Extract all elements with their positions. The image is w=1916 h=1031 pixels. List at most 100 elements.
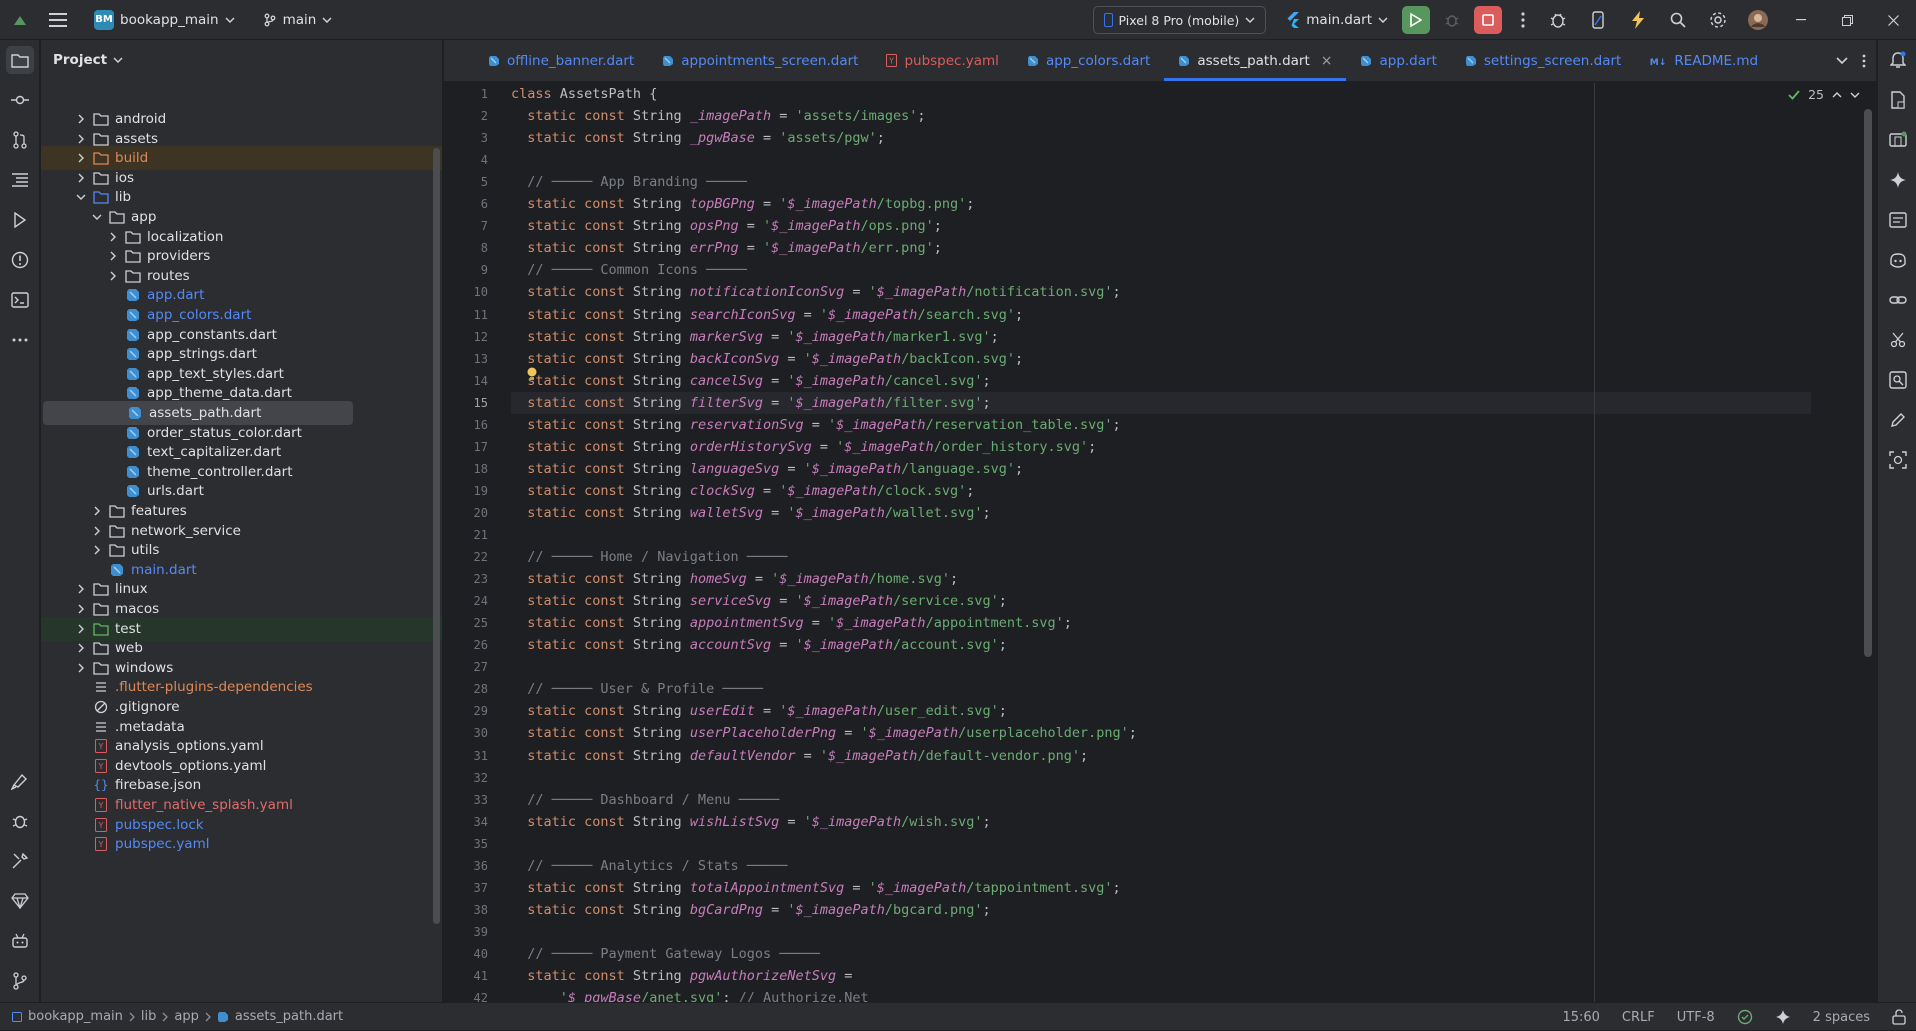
chevron-right-icon[interactable] [89, 542, 105, 558]
code-line[interactable]: static const String userEdit = '$_imageP… [511, 700, 1811, 722]
chevron-right-icon[interactable] [105, 248, 121, 264]
pull-requests-tool-button[interactable] [6, 126, 34, 154]
commit-tool-button[interactable] [6, 86, 34, 114]
editor-tab[interactable]: appointments_screen.dart [648, 40, 872, 81]
edit-tool-button[interactable] [1884, 406, 1912, 434]
code-line[interactable]: static const String accountSvg = '$_imag… [511, 634, 1811, 656]
vcs-status-icon[interactable] [1737, 1009, 1753, 1025]
chevron-right-icon[interactable] [73, 601, 89, 617]
more-vertical-icon[interactable] [1862, 54, 1866, 68]
code-line[interactable] [511, 149, 1811, 171]
chevron-up-icon[interactable] [1832, 91, 1842, 98]
breadcrumb-item[interactable]: assets_path.dart [235, 1009, 343, 1024]
run-button[interactable] [1402, 6, 1430, 34]
code-line[interactable]: static const String homeSvg = '$_imagePa… [511, 568, 1811, 590]
code-line[interactable] [511, 524, 1811, 546]
layout-inspector-tool-button[interactable] [1884, 446, 1912, 474]
code-line[interactable]: static const String serviceSvg = '$_imag… [511, 590, 1811, 612]
code-line[interactable]: static const String orderHistorySvg = '$… [511, 436, 1811, 458]
problems-tool-button[interactable] [6, 246, 34, 274]
more-actions-button[interactable] [1508, 0, 1538, 40]
tree-item[interactable]: Ypubspec.yaml [41, 832, 442, 856]
code-line[interactable]: // ───── Dashboard / Menu ───── [511, 789, 1811, 811]
editor-tab[interactable]: M↓ README.md [1635, 40, 1772, 81]
git-tool-button[interactable] [6, 967, 34, 995]
structure-tool-button[interactable] [6, 166, 34, 194]
notifications-tool-button[interactable] [1884, 46, 1912, 74]
code-line[interactable]: static const String userPlaceholderPng =… [511, 722, 1811, 744]
device-selector[interactable]: Pixel 8 Pro (mobile) [1092, 6, 1267, 34]
code-line[interactable]: // ───── Analytics / Stats ───── [511, 855, 1811, 877]
code-line[interactable]: // ───── Common Icons ───── [511, 259, 1811, 281]
settings-button[interactable] [1698, 0, 1738, 40]
ide-logo-icon[interactable] [0, 0, 40, 40]
code-line[interactable]: static const String topBGPng = '$_imageP… [511, 193, 1811, 215]
chevron-down-icon[interactable] [1836, 57, 1848, 65]
breadcrumb-item[interactable]: app [174, 1009, 198, 1024]
code-line[interactable] [511, 656, 1811, 678]
project-selector[interactable]: BM bookapp_main [86, 6, 243, 34]
copilot-tool-button[interactable] [1884, 246, 1912, 274]
code-line[interactable]: static const String bgCardPng = '$_image… [511, 899, 1811, 921]
terminal-tool-button[interactable] [6, 286, 34, 314]
code-line[interactable]: static const String cancelSvg = '$_image… [511, 370, 1811, 392]
chevron-right-icon[interactable] [73, 150, 89, 166]
chevron-right-icon[interactable] [73, 131, 89, 147]
code-line[interactable]: // ───── App Branding ───── [511, 171, 1811, 193]
chevron-right-icon[interactable] [73, 581, 89, 597]
editor-scrollbar[interactable] [1864, 109, 1872, 657]
android-tool-button[interactable] [6, 927, 34, 955]
branch-selector[interactable]: main [255, 6, 341, 34]
code-line[interactable]: static const String opsPng = '$_imagePat… [511, 215, 1811, 237]
inspection-widget[interactable]: 25 [1788, 87, 1860, 102]
editor-tab[interactable]: settings_screen.dart [1451, 40, 1635, 81]
editor-tab[interactable]: app_colors.dart [1013, 40, 1164, 81]
minimize-button[interactable] [1778, 0, 1824, 40]
running-devices-tool-button[interactable] [1884, 126, 1912, 154]
breadcrumb-item[interactable]: lib [141, 1009, 156, 1024]
code-line[interactable]: static const String errPng = '$_imagePat… [511, 237, 1811, 259]
app-inspection-tool-button[interactable] [1884, 366, 1912, 394]
user-avatar[interactable] [1738, 0, 1778, 40]
close-window-button[interactable] [1870, 0, 1916, 40]
cut-tool-button[interactable] [1884, 326, 1912, 354]
chevron-right-icon[interactable] [89, 523, 105, 539]
code-line[interactable]: static const String reservationSvg = '$_… [511, 414, 1811, 436]
code-line[interactable]: static const String languageSvg = '$_ima… [511, 458, 1811, 480]
lightbulb-icon[interactable] [526, 367, 538, 381]
services-tool-button[interactable] [6, 847, 34, 875]
run-tool-button[interactable] [6, 206, 34, 234]
stop-button[interactable] [1474, 6, 1502, 34]
more-tools-button[interactable] [6, 326, 34, 354]
code-line[interactable]: static const String _pgwBase = 'assets/p… [511, 127, 1811, 149]
code-line[interactable]: '$_pgwBase/anet.svg'; // Authorize.Net [511, 987, 1811, 1002]
run-config-selector[interactable]: main.dart [1278, 6, 1396, 34]
flutter-inspector-button[interactable] [1538, 0, 1578, 40]
debug-tool-button[interactable] [6, 807, 34, 835]
breadcrumb-item[interactable]: bookapp_main [28, 1009, 123, 1024]
link-tool-button[interactable] [1884, 286, 1912, 314]
chevron-right-icon[interactable] [89, 503, 105, 519]
chevron-right-icon[interactable] [73, 660, 89, 676]
code-line[interactable]: class AssetsPath { [511, 83, 1811, 105]
chevron-right-icon[interactable] [73, 640, 89, 656]
project-scrollbar[interactable] [433, 148, 440, 924]
restore-button[interactable] [1824, 0, 1870, 40]
code-area[interactable]: class AssetsPath { static const String _… [511, 83, 1811, 1002]
close-icon[interactable]: × [1321, 53, 1333, 69]
editor-tab[interactable]: Ypubspec.yaml [872, 40, 1012, 81]
device-manager-button[interactable] [1578, 0, 1618, 40]
code-line[interactable] [511, 767, 1811, 789]
code-line[interactable]: static const String totalAppointmentSvg … [511, 877, 1811, 899]
caret-position[interactable]: 15:60 [1562, 1010, 1599, 1025]
code-line[interactable] [511, 833, 1811, 855]
device-mirroring-tool-button[interactable] [1884, 86, 1912, 114]
flutter-tool-button[interactable] [6, 767, 34, 795]
project-tool-button[interactable] [6, 46, 34, 74]
code-line[interactable]: static const String clockSvg = '$_imageP… [511, 480, 1811, 502]
code-line[interactable] [511, 921, 1811, 943]
gem-tool-button[interactable] [6, 887, 34, 915]
code-line[interactable]: static const String _imagePath = 'assets… [511, 105, 1811, 127]
code-line[interactable]: static const String appointmentSvg = '$_… [511, 612, 1811, 634]
chevron-right-icon[interactable] [73, 111, 89, 127]
